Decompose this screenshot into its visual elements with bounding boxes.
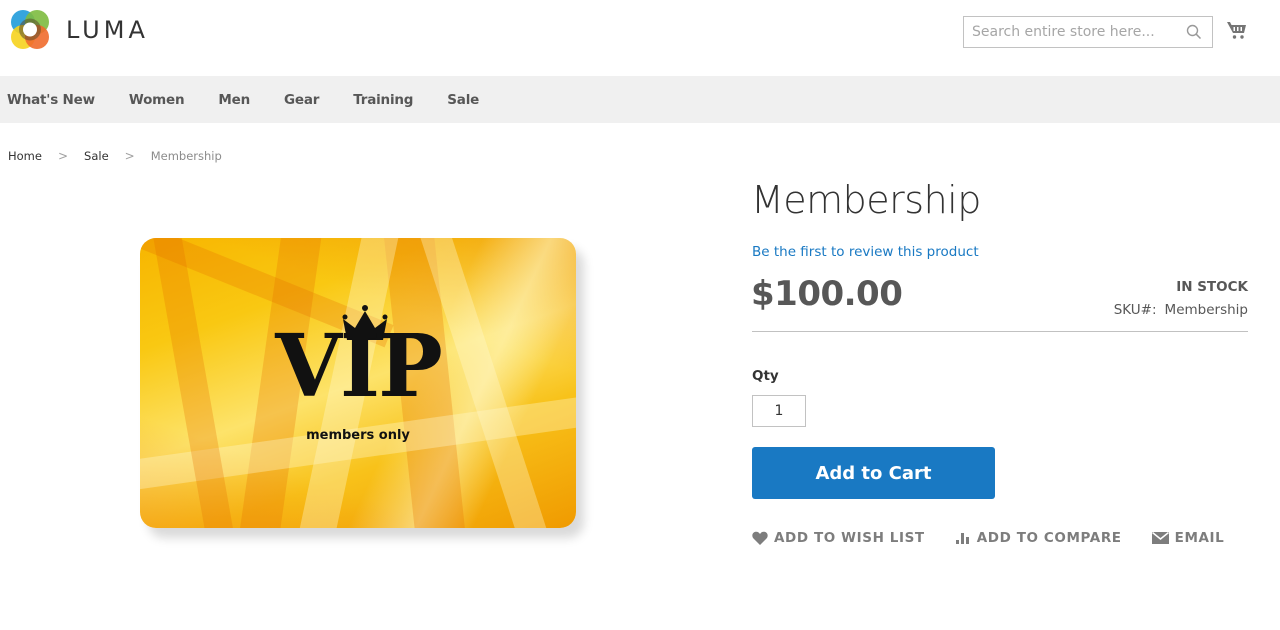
add-to-compare-label: ADD TO COMPARE [976,530,1122,546]
luma-logo-icon [8,8,52,52]
product-sku: SKU#: Membership [1114,302,1248,318]
envelope-icon [1151,532,1169,544]
chevron-right-icon: > [57,149,69,163]
product-actions: ADD TO WISH LIST ADD TO COMPARE EMAIL [752,530,1254,546]
nav-item-whats-new[interactable]: What's New [7,92,95,108]
nav-item-men[interactable]: Men [218,92,250,108]
page-header: LUMA [0,0,1280,76]
bar-chart-icon [955,533,969,544]
stock-status: IN STOCK [1176,279,1248,295]
nav-item-sale[interactable]: Sale [447,92,479,108]
product-image-title: VIP [275,316,443,417]
product-title: Membership [751,178,981,222]
nav-item-gear[interactable]: Gear [284,92,319,108]
sku-value: Membership [1164,302,1248,318]
divider [752,331,1248,332]
search-input[interactable] [964,17,1174,47]
sku-label: SKU#: [1113,302,1157,318]
add-to-cart-button[interactable]: Add to Cart [752,447,995,499]
store-logo[interactable]: LUMA [8,8,149,52]
add-to-wishlist-link[interactable]: ADD TO WISH LIST [752,530,925,546]
product-image-subtitle: members only [306,428,410,443]
nav-item-training[interactable]: Training [353,92,413,108]
shopping-cart-icon[interactable] [1226,19,1248,41]
breadcrumb-home[interactable]: Home [8,149,42,163]
add-to-compare-link[interactable]: ADD TO COMPARE [955,530,1122,546]
logo-text: LUMA [66,16,149,44]
search-icon[interactable] [1186,24,1202,40]
chevron-right-icon: > [124,149,135,163]
review-link[interactable]: Be the first to review this product [752,244,979,260]
product-price: $100.00 [751,274,903,314]
qty-label: Qty [752,368,779,384]
add-to-wishlist-label: ADD TO WISH LIST [774,530,925,546]
email-link[interactable]: EMAIL [1151,530,1225,546]
heart-icon [752,531,768,545]
product-image[interactable]: VIP members only [140,238,576,528]
nav-item-women[interactable]: Women [129,92,185,108]
main-navigation: What's New Women Men Gear Training Sale [0,76,1280,123]
breadcrumb-current: Membership [150,149,222,163]
breadcrumb: Home > Sale > Membership [8,149,222,163]
qty-input[interactable] [752,395,806,427]
search-box [963,16,1213,48]
email-label: EMAIL [1174,530,1225,546]
breadcrumb-sale[interactable]: Sale [84,149,109,163]
